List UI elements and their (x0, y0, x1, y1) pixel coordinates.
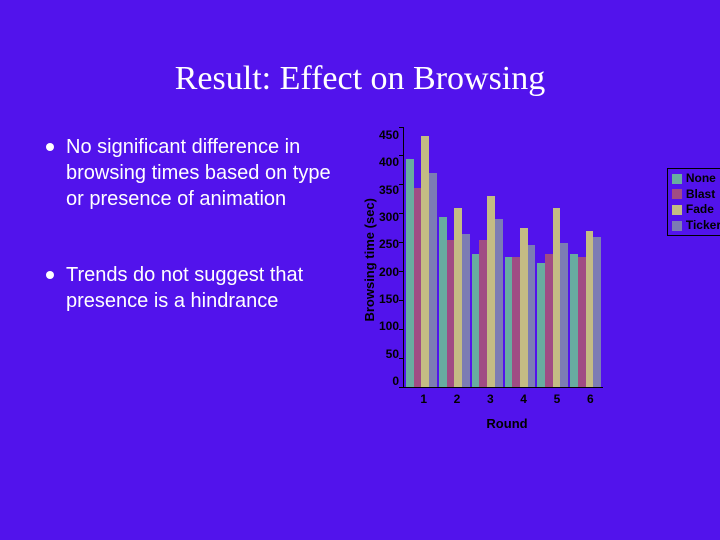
bar (545, 254, 553, 387)
x-tick-label: 4 (507, 392, 540, 406)
bar (560, 243, 568, 387)
x-tick-label: 1 (407, 392, 440, 406)
bullet-list: No significant difference in browsing ti… (40, 128, 340, 431)
bar (414, 188, 422, 387)
legend-swatch-icon (672, 221, 682, 231)
legend-label: None (686, 171, 716, 187)
x-tick-label: 3 (474, 392, 507, 406)
legend-item: Fade (672, 202, 720, 218)
bar (578, 257, 586, 387)
bar (462, 234, 470, 387)
y-tick-label: 400 (379, 155, 399, 169)
bar (421, 136, 429, 387)
bar (479, 240, 487, 387)
legend-swatch-icon (672, 189, 682, 199)
legend-swatch-icon (672, 174, 682, 184)
y-tick-label: 250 (379, 237, 399, 251)
y-tick-label: 100 (379, 319, 399, 333)
bar (553, 208, 561, 387)
y-axis-label: Browsing time (sec) (360, 198, 379, 322)
x-tick-label: 6 (574, 392, 607, 406)
y-tick-label: 350 (379, 183, 399, 197)
bar-group (472, 196, 503, 387)
bar-group (537, 208, 568, 387)
bar (570, 254, 578, 387)
y-axis-ticks: 450 400 350 300 250 200 150 100 50 0 (379, 128, 403, 388)
y-tick-label: 200 (379, 265, 399, 279)
legend-item: Ticker (672, 218, 720, 234)
bar (512, 257, 520, 387)
legend-label: Fade (686, 202, 714, 218)
legend: NoneBlastFadeTicker (667, 168, 720, 236)
legend-label: Ticker (686, 218, 720, 234)
bar (487, 196, 495, 387)
bullet-dot-icon (46, 271, 54, 279)
legend-label: Blast (686, 187, 715, 203)
legend-item: None (672, 171, 720, 187)
x-axis-ticks: 123456 (407, 388, 607, 406)
x-axis-label: Round (407, 416, 607, 431)
x-tick-label: 5 (540, 392, 573, 406)
content-row: No significant difference in browsing ti… (40, 128, 680, 431)
bar (520, 228, 528, 387)
bullet-text: No significant difference in browsing ti… (66, 134, 340, 212)
y-tick-label: 450 (379, 128, 399, 142)
bar-group (406, 136, 437, 387)
bar (586, 231, 594, 387)
bullet-text: Trends do not suggest that presence is a… (66, 262, 340, 314)
bullet-item: No significant difference in browsing ti… (40, 134, 340, 212)
bullet-dot-icon (46, 143, 54, 151)
bar (439, 217, 447, 387)
bar (454, 208, 462, 387)
slide-title: Result: Effect on Browsing (40, 60, 680, 98)
chart: Browsing time (sec) 45040035030025020015… (360, 128, 680, 431)
bar (537, 263, 545, 387)
bar (472, 254, 480, 387)
bar (447, 240, 455, 387)
plot-area (403, 128, 603, 388)
legend-item: Blast (672, 187, 720, 203)
bar-group (439, 208, 470, 387)
bar (593, 237, 601, 387)
bar (528, 245, 536, 387)
y-tick-label: 150 (379, 292, 399, 306)
y-tick-label: 300 (379, 210, 399, 224)
legend-swatch-icon (672, 205, 682, 215)
x-tick-label: 2 (440, 392, 473, 406)
bar-group (570, 231, 601, 387)
bar (429, 173, 437, 387)
y-tick-label: 50 (386, 347, 399, 361)
bar-group (505, 228, 536, 387)
bar (495, 219, 503, 387)
bullet-item: Trends do not suggest that presence is a… (40, 262, 340, 314)
bar (406, 159, 414, 387)
bar (505, 257, 513, 387)
y-tick-label: 0 (392, 374, 399, 388)
